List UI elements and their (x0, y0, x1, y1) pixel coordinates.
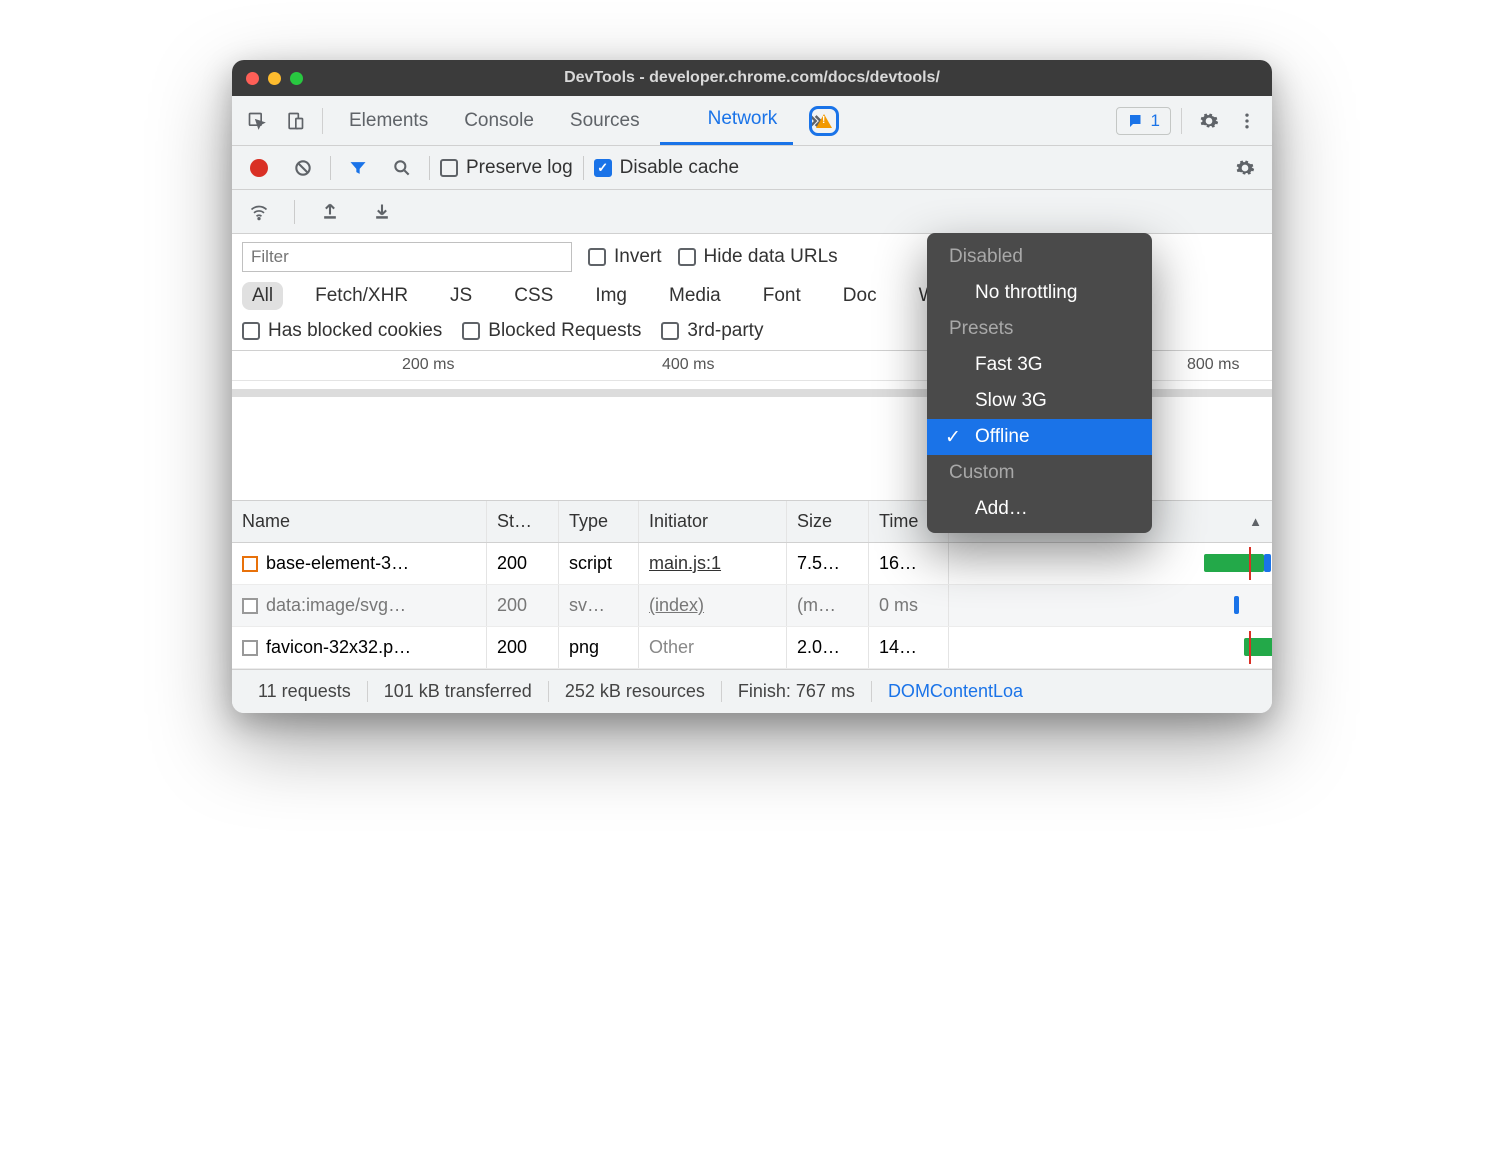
hide-data-urls-checkbox[interactable]: Hide data URLs (678, 246, 838, 268)
dd-no-throttling[interactable]: No throttling (927, 275, 1152, 311)
divider (583, 156, 584, 180)
dd-header-disabled: Disabled (927, 239, 1152, 275)
footer-requests: 11 requests (242, 681, 368, 702)
divider (330, 156, 331, 180)
js-file-icon (242, 556, 258, 572)
table-row[interactable]: base-element-3… 200 script main.js:1 7.5… (232, 543, 1272, 585)
dd-fast-3g[interactable]: Fast 3G (927, 347, 1152, 383)
divider (294, 200, 295, 224)
filter-input[interactable] (242, 242, 572, 272)
filter-all[interactable]: All (242, 282, 283, 310)
clear-icon[interactable] (286, 151, 320, 185)
dd-offline[interactable]: Offline (927, 419, 1152, 455)
status-footer: 11 requests 101 kB transferred 252 kB re… (232, 669, 1272, 713)
disable-cache-checkbox[interactable]: Disable cache (594, 157, 739, 179)
blocked-requests-checkbox[interactable]: Blocked Requests (462, 320, 641, 342)
third-party-checkbox[interactable]: 3rd-party (661, 320, 763, 342)
titlebar: DevTools - developer.chrome.com/docs/dev… (232, 60, 1272, 96)
settings-gear-icon[interactable] (1192, 104, 1226, 138)
image-file-icon (242, 640, 258, 656)
tab-console[interactable]: Console (448, 96, 550, 145)
filter-doc[interactable]: Doc (833, 282, 887, 310)
minimize-window-button[interactable] (268, 72, 281, 85)
ruler-tick: 200 ms (402, 356, 454, 374)
import-har-icon[interactable] (313, 195, 347, 229)
divider (322, 108, 323, 134)
col-name[interactable]: Name (232, 501, 487, 542)
filter-fetch-xhr[interactable]: Fetch/XHR (305, 282, 418, 310)
filter-font[interactable]: Font (753, 282, 811, 310)
waterfall-bar (1234, 596, 1239, 614)
dd-slow-3g[interactable]: Slow 3G (927, 383, 1152, 419)
dd-add-custom[interactable]: Add… (927, 491, 1152, 527)
window-controls (246, 72, 303, 85)
filter-media[interactable]: Media (659, 282, 731, 310)
close-window-button[interactable] (246, 72, 259, 85)
filter-img[interactable]: Img (585, 282, 637, 310)
tab-bar: Elements Console Sources Network 1 (232, 96, 1272, 146)
issues-badge[interactable]: 1 (1116, 107, 1171, 135)
issues-count: 1 (1151, 111, 1160, 131)
inspect-element-icon[interactable] (240, 104, 274, 138)
tab-sources[interactable]: Sources (554, 96, 656, 145)
issues-icon (1127, 112, 1145, 130)
disable-cache-label: Disable cache (620, 157, 739, 179)
col-size[interactable]: Size (787, 501, 869, 542)
tab-elements[interactable]: Elements (333, 96, 444, 145)
more-menu-icon[interactable] (1230, 104, 1264, 138)
waterfall-bar (1204, 554, 1264, 572)
col-type[interactable]: Type (559, 501, 639, 542)
divider (429, 156, 430, 180)
maximize-window-button[interactable] (290, 72, 303, 85)
export-har-icon[interactable] (365, 195, 399, 229)
network-toolbar-2 (232, 190, 1272, 234)
waterfall-bar (1264, 554, 1271, 572)
ruler-tick: 400 ms (662, 356, 714, 374)
col-initiator[interactable]: Initiator (639, 501, 787, 542)
table-row[interactable]: favicon-32x32.p… 200 png Other 2.0… 14… (232, 627, 1272, 669)
preserve-log-label: Preserve log (466, 157, 573, 179)
ruler-tick: 800 ms (1187, 356, 1239, 374)
invert-checkbox[interactable]: Invert (588, 246, 662, 268)
devtools-window: DevTools - developer.chrome.com/docs/dev… (232, 60, 1272, 713)
has-blocked-cookies-checkbox[interactable]: Has blocked cookies (242, 320, 442, 342)
image-file-icon (242, 598, 258, 614)
tab-network[interactable]: Network (660, 96, 794, 145)
filter-js[interactable]: JS (440, 282, 482, 310)
filter-css[interactable]: CSS (504, 282, 563, 310)
table-row[interactable]: data:image/svg… 200 sv… (index) (m… 0 ms (232, 585, 1272, 627)
divider (1181, 108, 1182, 134)
throttling-dropdown: Disabled No throttling Presets Fast 3G S… (927, 233, 1152, 533)
network-conditions-icon[interactable] (242, 195, 276, 229)
preserve-log-checkbox[interactable]: Preserve log (440, 157, 573, 179)
sort-indicator-icon: ▲ (1249, 514, 1262, 529)
dd-header-custom: Custom (927, 455, 1152, 491)
dd-header-presets: Presets (927, 311, 1152, 347)
footer-dcl: DOMContentLoa (872, 681, 1039, 702)
network-settings-gear-icon[interactable] (1228, 151, 1262, 185)
window-title: DevTools - developer.chrome.com/docs/dev… (232, 69, 1272, 87)
footer-resources: 252 kB resources (549, 681, 722, 702)
col-status[interactable]: St… (487, 501, 559, 542)
search-icon[interactable] (385, 151, 419, 185)
footer-transferred: 101 kB transferred (368, 681, 549, 702)
network-toolbar: Preserve log Disable cache (232, 146, 1272, 190)
record-button[interactable] (242, 151, 276, 185)
offline-warning-icon (809, 106, 839, 136)
tab-network-label: Network (708, 108, 778, 130)
filter-funnel-icon[interactable] (341, 151, 375, 185)
device-toolbar-icon[interactable] (278, 104, 312, 138)
footer-finish: Finish: 767 ms (722, 681, 872, 702)
